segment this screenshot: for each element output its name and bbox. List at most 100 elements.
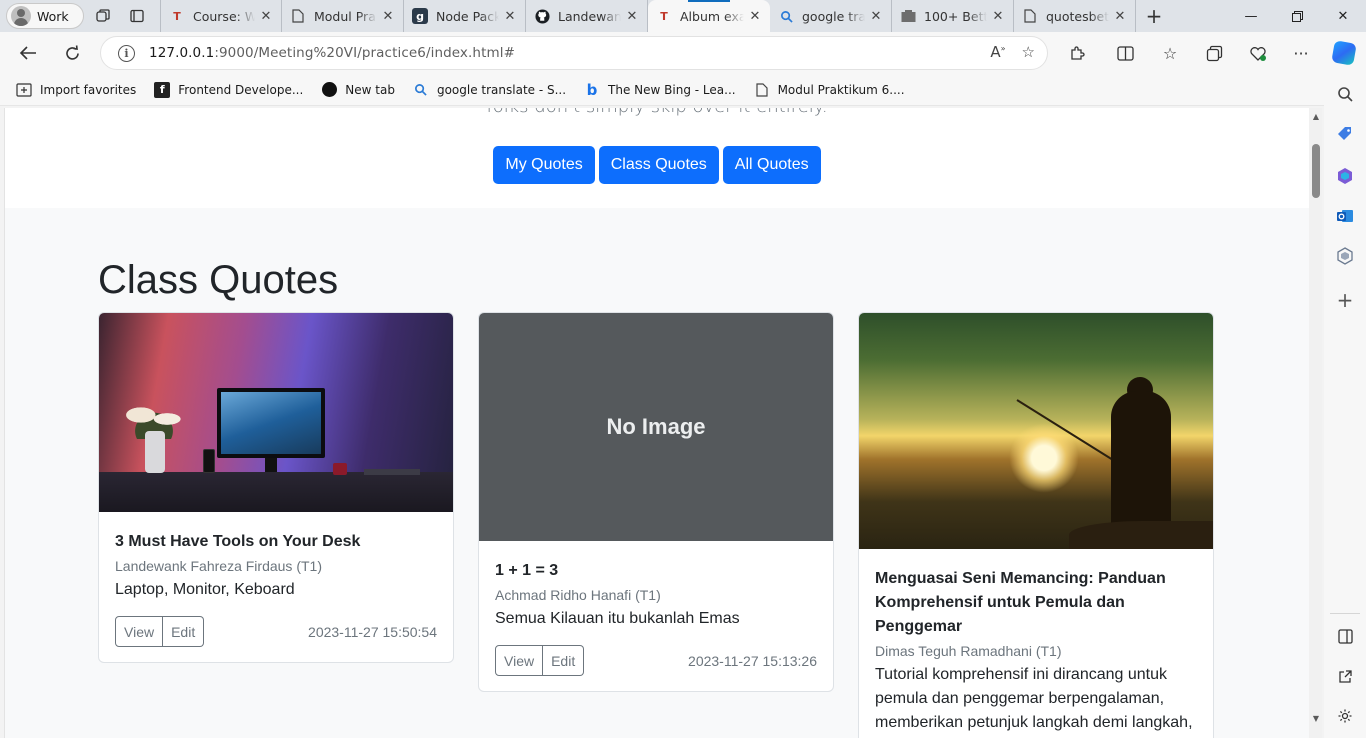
outlook-icon[interactable]: [1333, 204, 1357, 228]
scroll-down-arrow-icon[interactable]: ▼: [1311, 714, 1321, 724]
all-quotes-button[interactable]: All Quotes: [722, 146, 821, 184]
scroll-up-arrow-icon[interactable]: ▲: [1311, 112, 1321, 122]
section-title: Class Quotes: [98, 258, 339, 302]
restore-button[interactable]: [1274, 0, 1320, 32]
favorite-bing[interactable]: b The New Bing - Lea...: [582, 76, 738, 104]
no-image-text: No Image: [606, 414, 706, 439]
tab-title: 100+ Betta: [924, 8, 987, 24]
url-text[interactable]: 127.0.0.1:9000/Meeting%20VI/practice6/in…: [149, 45, 515, 61]
no-image-placeholder: No Image: [479, 313, 833, 541]
favorite-label: Frontend Develope...: [178, 82, 304, 97]
edit-button[interactable]: Edit: [163, 616, 205, 647]
sidebar-panel-icon[interactable]: [1333, 624, 1357, 648]
workspaces-icon[interactable]: [88, 3, 118, 29]
open-external-icon[interactable]: [1333, 664, 1357, 688]
search-icon[interactable]: [1333, 82, 1357, 106]
new-tab-button[interactable]: +: [1138, 3, 1170, 29]
scrollbar-thumb[interactable]: [1312, 144, 1320, 198]
search-icon: [413, 82, 429, 98]
address-toolbar: i 127.0.0.1:9000/Meeting%20VI/practice6/…: [0, 32, 1366, 74]
tab-modul[interactable]: Modul Prak ✕: [282, 0, 404, 32]
favorites-icon[interactable]: ☆: [1152, 32, 1188, 74]
tab-node-pack[interactable]: g Node Pack ✕: [404, 0, 526, 32]
close-icon[interactable]: ✕: [869, 9, 883, 24]
quote-card: Menguasai Seni Memancing: Panduan Kompre…: [858, 312, 1214, 738]
copilot-icon[interactable]: [1326, 32, 1362, 74]
github-icon: [534, 8, 550, 24]
card-title: 3 Must Have Tools on Your Desk: [115, 533, 361, 550]
extensions-icon[interactable]: [1059, 32, 1095, 74]
view-button[interactable]: View: [115, 616, 164, 647]
document-icon: [1022, 8, 1038, 24]
hero-lead-text: folks don't simply skip over it entirely…: [5, 108, 1309, 117]
edit-button[interactable]: Edit: [543, 645, 585, 676]
refresh-button[interactable]: [54, 36, 90, 70]
tab-strip: Work T Course: Wl ✕ Modul Prak ✕ g Node …: [0, 0, 1366, 32]
bing-icon: b: [586, 80, 598, 99]
page-viewport: folks don't simply skip over it entirely…: [4, 108, 1322, 738]
vertical-scrollbar[interactable]: ▲ ▼: [1309, 108, 1322, 738]
class-quotes-button[interactable]: Class Quotes: [598, 146, 719, 184]
minimize-button[interactable]: —: [1228, 0, 1274, 32]
tab-quotesbeta[interactable]: quotesbeta ✕: [1014, 0, 1136, 32]
favorite-label: google translate - S...: [436, 82, 567, 97]
avatar-icon: [11, 6, 31, 26]
card-timestamp: 2023-11-27 15:13:26: [688, 652, 817, 669]
my-quotes-button[interactable]: My Quotes: [493, 146, 595, 184]
favorite-label: The New Bing - Lea...: [608, 82, 736, 97]
read-aloud-icon[interactable]: A»: [990, 43, 1005, 61]
search-icon: [778, 8, 794, 24]
close-icon[interactable]: ✕: [1113, 9, 1127, 24]
tab-course[interactable]: T Course: Wl ✕: [160, 0, 282, 32]
desk-photo: [99, 313, 453, 512]
browser-essentials-icon[interactable]: [1240, 32, 1276, 74]
collections-icon[interactable]: [1196, 32, 1232, 74]
info-icon[interactable]: i: [118, 44, 135, 62]
close-icon[interactable]: ✕: [991, 9, 1005, 24]
settings-gear-icon[interactable]: [1333, 704, 1357, 728]
add-sidebar-icon[interactable]: +: [1333, 288, 1357, 312]
tab-title: Course: Wl: [193, 8, 255, 24]
tab-title: Landewank: [558, 8, 621, 24]
card-text: Tutorial komprehensif ini dirancang untu…: [875, 666, 1193, 731]
card-timestamp: 2023-11-27 15:50:54: [308, 623, 437, 640]
games-icon[interactable]: [1333, 244, 1357, 268]
frontend-icon: f: [154, 81, 171, 98]
card-title: Menguasai Seni Memancing: Panduan Kompre…: [875, 570, 1166, 635]
tab-title: google tra: [802, 8, 865, 24]
tab-betta[interactable]: 100+ Betta ✕: [892, 0, 1014, 32]
card-title: 1 + 1 = 3: [495, 562, 559, 579]
course-icon: T: [173, 9, 181, 23]
shopping-tag-icon[interactable]: [1333, 122, 1357, 146]
back-button[interactable]: [10, 36, 46, 70]
microsoft365-icon[interactable]: [1333, 164, 1357, 188]
favorite-label: Import favorites: [40, 82, 137, 97]
split-screen-icon[interactable]: [1107, 32, 1143, 74]
tab-album-active[interactable]: T Album exa ✕: [648, 0, 770, 32]
fishing-photo: [859, 313, 1213, 549]
quote-card: No Image 1 + 1 = 3 Achmad Ridho Hanafi (…: [478, 312, 834, 692]
edge-sidebar: +: [1324, 74, 1366, 738]
close-icon[interactable]: ✕: [381, 9, 395, 24]
close-icon[interactable]: ✕: [625, 9, 639, 24]
tab-google-translate[interactable]: google tra ✕: [770, 0, 892, 32]
close-icon[interactable]: ✕: [503, 9, 517, 24]
address-bar[interactable]: i 127.0.0.1:9000/Meeting%20VI/practice6/…: [100, 36, 1048, 70]
g-icon: g: [412, 8, 428, 24]
profile-button[interactable]: Work: [6, 3, 84, 29]
document-icon: [754, 82, 770, 98]
tab-actions-icon[interactable]: [122, 3, 152, 29]
favorite-frontend[interactable]: f Frontend Develope...: [152, 76, 305, 104]
close-icon[interactable]: ✕: [259, 9, 273, 24]
favorite-modul[interactable]: Modul Praktikum 6....: [752, 76, 907, 104]
document-icon: [290, 8, 306, 24]
favorite-google-translate[interactable]: google translate - S...: [411, 76, 568, 104]
favorite-import[interactable]: Import favorites: [14, 76, 138, 104]
more-options-icon[interactable]: ···: [1283, 32, 1319, 74]
favorite-new-tab[interactable]: New tab: [319, 76, 397, 104]
view-button[interactable]: View: [495, 645, 544, 676]
tab-github[interactable]: Landewank ✕: [526, 0, 648, 32]
close-window-button[interactable]: ✕: [1320, 0, 1366, 32]
favorite-star-icon[interactable]: ☆: [1022, 43, 1035, 61]
close-icon[interactable]: ✕: [748, 9, 762, 24]
